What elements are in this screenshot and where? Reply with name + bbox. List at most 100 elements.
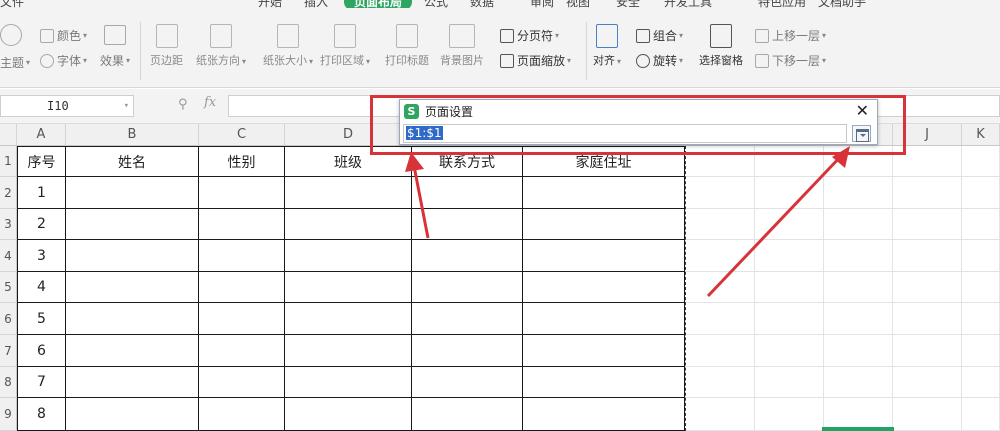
table-cell[interactable] (412, 303, 523, 335)
page-break-button[interactable]: 分页符 ▾ (500, 27, 559, 44)
row-header[interactable]: 4 (0, 240, 17, 272)
sheet-cell[interactable] (755, 209, 824, 240)
table-cell[interactable] (66, 272, 199, 303)
table-cell[interactable]: 1 (17, 177, 66, 209)
sheet-cell[interactable] (893, 272, 962, 303)
menu-review[interactable]: 审阅 (530, 0, 554, 8)
table-cell[interactable] (285, 335, 412, 367)
table-cell[interactable] (523, 177, 685, 209)
sheet-cell[interactable] (962, 303, 1000, 335)
sheet-cell[interactable] (755, 335, 824, 367)
menu-insert[interactable]: 插入 (304, 0, 328, 8)
menu-data[interactable]: 数据 (470, 0, 494, 8)
table-cell[interactable] (412, 209, 523, 240)
table-cell[interactable] (199, 303, 285, 335)
table-cell[interactable] (199, 272, 285, 303)
table-cell[interactable]: 3 (17, 240, 66, 272)
table-cell[interactable] (66, 335, 199, 367)
sheet-cell[interactable] (893, 209, 962, 240)
sheet-cell[interactable] (824, 177, 893, 209)
table-cell[interactable]: 8 (17, 398, 66, 431)
row-header[interactable]: 3 (0, 209, 17, 240)
table-cell[interactable] (66, 367, 199, 398)
theme-icon-area[interactable] (0, 24, 25, 46)
effects-icon-area[interactable] (104, 25, 129, 45)
row-header[interactable]: 2 (0, 177, 17, 209)
sheet-cell[interactable] (962, 209, 1000, 240)
table-cell[interactable] (412, 398, 523, 431)
table-cell[interactable] (412, 272, 523, 303)
table-cell[interactable] (523, 303, 685, 335)
select-all-corner[interactable] (0, 124, 17, 146)
sheet-cell[interactable] (685, 209, 755, 240)
sheet-cell[interactable] (893, 177, 962, 209)
sheet-cell[interactable] (962, 272, 1000, 303)
table-header-cell[interactable]: 序号 (17, 146, 66, 177)
sheet-cell[interactable] (893, 398, 962, 431)
table-cell[interactable]: 4 (17, 272, 66, 303)
table-cell[interactable] (285, 209, 412, 240)
sheet-cell[interactable] (685, 335, 755, 367)
menu-page-layout[interactable]: 页面布局 (344, 0, 413, 8)
table-cell[interactable] (412, 240, 523, 272)
sheet-cell[interactable] (755, 303, 824, 335)
table-header-cell[interactable]: 联系方式 (412, 146, 523, 177)
menu-home[interactable]: 开始 (258, 0, 282, 8)
background-button[interactable]: 背景图片 (440, 24, 484, 68)
print-titles-button[interactable]: 打印标题 (385, 24, 429, 68)
selection-pane-button[interactable]: 选择窗格 (699, 24, 743, 68)
colors-button[interactable]: 颜色 ▾ (40, 27, 87, 44)
orientation-button[interactable]: 纸张方向 ▾ (196, 24, 246, 68)
sheet-cell[interactable] (962, 240, 1000, 272)
align-button[interactable]: 对齐 ▾ (593, 24, 621, 68)
send-backward-button[interactable]: 下移一层 ▾ (755, 52, 826, 69)
menu-developer[interactable]: 开发工具 (664, 0, 712, 8)
sheet-cell[interactable] (755, 146, 824, 177)
sheet-cell[interactable] (893, 146, 962, 177)
row-header[interactable]: 5 (0, 272, 17, 303)
table-cell[interactable]: 2 (17, 209, 66, 240)
table-cell[interactable]: 7 (17, 367, 66, 398)
table-cell[interactable] (199, 367, 285, 398)
table-cell[interactable] (412, 177, 523, 209)
sheet-cell[interactable] (685, 367, 755, 398)
table-cell[interactable] (285, 272, 412, 303)
table-cell[interactable] (199, 177, 285, 209)
table-cell[interactable] (523, 272, 685, 303)
sheet-cell[interactable] (824, 272, 893, 303)
sheet-cell[interactable] (962, 177, 1000, 209)
close-icon[interactable]: ✕ (856, 101, 869, 120)
column-header[interactable]: C (199, 124, 285, 146)
sheet-cell[interactable] (685, 398, 755, 431)
size-button[interactable]: 纸张大小 ▾ (263, 24, 313, 68)
range-input[interactable]: $1:$1 (403, 124, 847, 143)
sheet-cell[interactable] (962, 146, 1000, 177)
sheet-cell[interactable] (893, 303, 962, 335)
table-cell[interactable] (523, 209, 685, 240)
column-header[interactable]: B (66, 124, 199, 146)
table-header-cell[interactable]: 家庭住址 (523, 146, 685, 177)
sheet-cell[interactable] (962, 367, 1000, 398)
expand-dialog-button[interactable] (852, 125, 871, 142)
sheet-cell[interactable] (893, 335, 962, 367)
margins-button[interactable]: 页边距 (150, 24, 183, 68)
menu-security[interactable]: 安全 (616, 0, 640, 8)
sheet-cell[interactable] (755, 272, 824, 303)
sheet-cell[interactable] (962, 335, 1000, 367)
row-header[interactable]: 1 (0, 146, 17, 177)
sheet-cell[interactable] (755, 177, 824, 209)
table-cell[interactable] (199, 335, 285, 367)
table-cell[interactable] (285, 303, 412, 335)
sheet-cell[interactable] (893, 240, 962, 272)
row-header[interactable]: 9 (0, 398, 17, 431)
menu-doc-assistant[interactable]: 文档助手 (818, 0, 866, 8)
table-cell[interactable] (285, 398, 412, 431)
sheet-cell[interactable] (824, 146, 893, 177)
name-box[interactable]: I10 ▾ (0, 95, 134, 117)
sheet-cell[interactable] (685, 240, 755, 272)
table-cell[interactable] (285, 240, 412, 272)
sheet-cell[interactable] (824, 303, 893, 335)
fonts-button[interactable]: 字体 ▾ (40, 52, 87, 69)
table-header-cell[interactable]: 姓名 (66, 146, 199, 177)
table-cell[interactable] (412, 367, 523, 398)
